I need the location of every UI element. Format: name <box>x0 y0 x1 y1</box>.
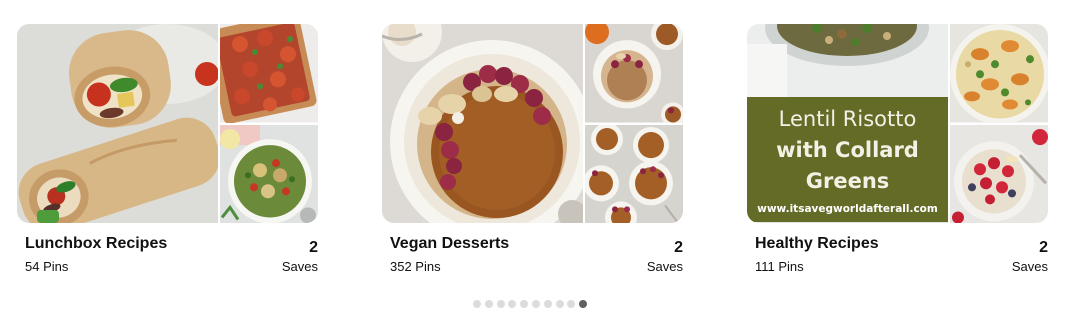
board-meta: Vegan Desserts 352 Pins 2 Saves <box>382 223 683 277</box>
board-pin-count: 111 Pins <box>755 259 804 274</box>
board-saves-count: 2 <box>674 239 683 256</box>
board-title[interactable]: Healthy Recipes <box>755 235 879 253</box>
veggie-wrap-photo <box>17 24 218 223</box>
board-cover-collage[interactable]: Lentil Risotto with Collard Greens www.i… <box>747 24 1048 223</box>
board-card-healthy-recipes[interactable]: Lentil Risotto with Collard Greens www.i… <box>747 24 1048 277</box>
pumpkin-pie-photo <box>382 24 583 223</box>
mini-tarts-photo <box>585 124 683 223</box>
pagination-dot[interactable] <box>520 300 529 308</box>
board-card-lunchbox-recipes[interactable]: Lunchbox Recipes 54 Pins 2 Saves <box>17 24 318 277</box>
board-saves-label: Saves <box>646 259 683 274</box>
berry-oatmeal-photo <box>950 124 1048 223</box>
board-cover-collage[interactable] <box>382 24 683 223</box>
board-meta: Lunchbox Recipes 54 Pins 2 Saves <box>17 223 318 277</box>
pagination-dot-active[interactable] <box>579 300 588 308</box>
board-saves-count: 2 <box>309 239 318 256</box>
lentil-risotto-photo: Lentil Risotto with Collard Greens www.i… <box>747 24 948 223</box>
pagination-dot[interactable] <box>531 300 540 308</box>
carousel-pagination <box>473 299 588 309</box>
pagination-dot[interactable] <box>496 300 505 308</box>
pagination-dot[interactable] <box>555 300 564 308</box>
board-saves-label: Saves <box>1011 259 1048 274</box>
board-saves-count: 2 <box>1039 239 1048 256</box>
board-saves-label: Saves <box>281 259 318 274</box>
board-pin-count: 54 Pins <box>25 259 69 274</box>
overlay-title-line-2: with Collard <box>776 138 919 162</box>
pagination-dot[interactable] <box>543 300 552 308</box>
board-title[interactable]: Vegan Desserts <box>390 235 509 253</box>
board-card-vegan-desserts[interactable]: Vegan Desserts 352 Pins 2 Saves <box>382 24 683 277</box>
board-title[interactable]: Lunchbox Recipes <box>25 235 167 253</box>
board-cover-collage[interactable] <box>17 24 318 223</box>
overlay-title-line-1: Lentil Risotto <box>778 107 917 131</box>
overlay-website-url: www.itsavegworldafterall.com <box>757 203 938 215</box>
board-pin-count: 352 Pins <box>390 259 441 274</box>
recipe-title-overlay: Lentil Risotto with Collard Greens www.i… <box>747 97 948 222</box>
board-meta: Healthy Recipes 111 Pins 2 Saves <box>747 223 1048 277</box>
pagination-dot[interactable] <box>484 300 493 308</box>
pagination-dot[interactable] <box>567 300 576 308</box>
pagination-dot[interactable] <box>508 300 517 308</box>
roasted-squash-pasta-photo <box>950 24 1048 123</box>
overlay-title-line-3: Greens <box>805 169 890 193</box>
tomato-tart-photo <box>220 24 318 123</box>
mini-pies-photo <box>585 24 683 123</box>
quinoa-salad-photo <box>220 124 318 223</box>
pagination-dot[interactable] <box>473 300 481 308</box>
